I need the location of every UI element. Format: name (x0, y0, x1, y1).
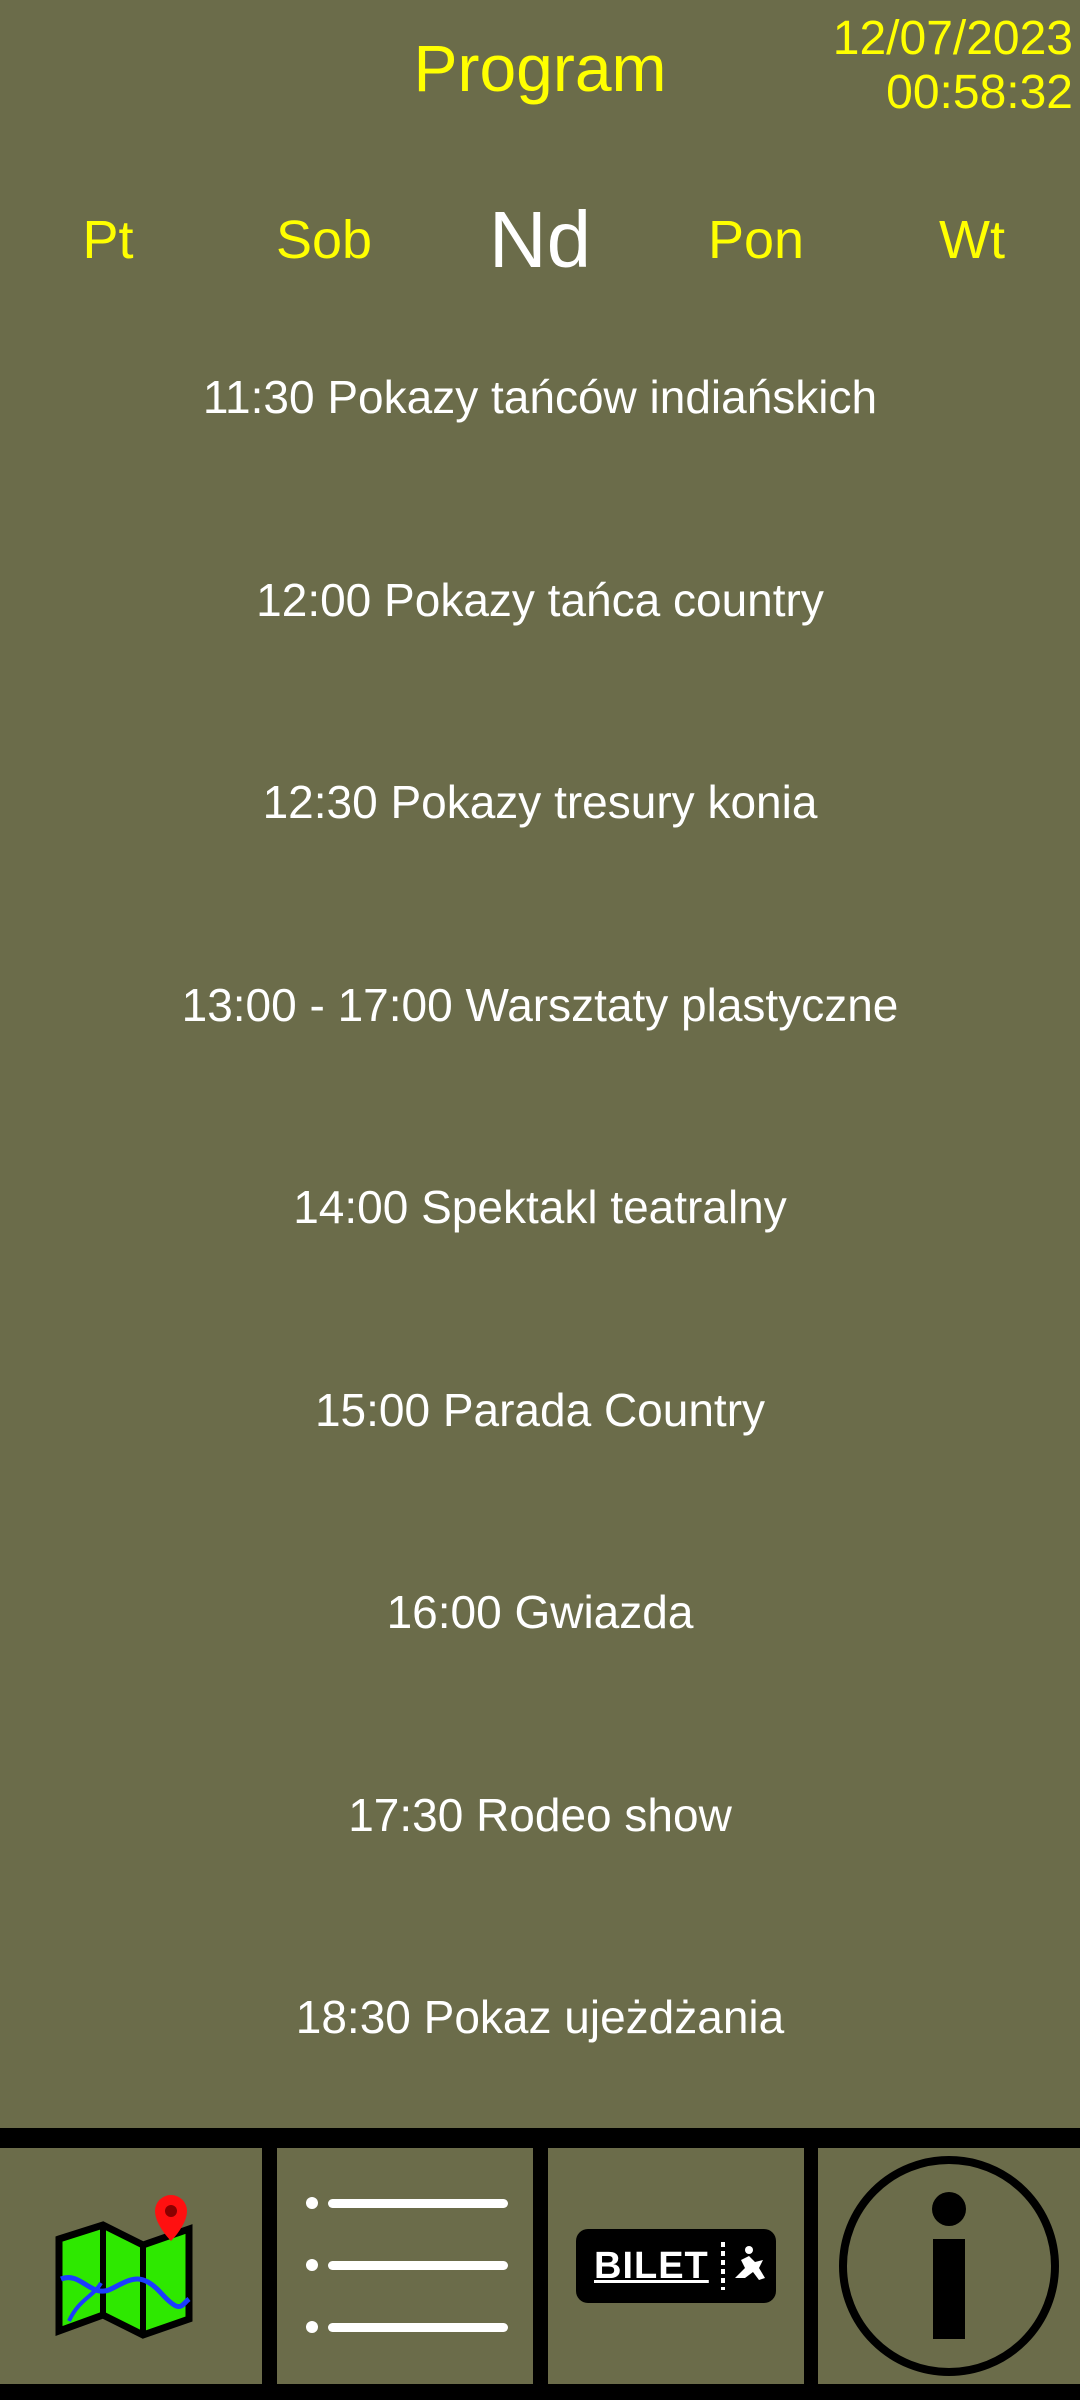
bottom-nav: BILET (0, 2128, 1080, 2400)
event-item[interactable]: 18:30 Pokaz ujeżdżania (0, 1920, 1080, 2123)
day-tab-pt[interactable]: Pt (0, 209, 216, 271)
info-button[interactable] (818, 2148, 1080, 2384)
event-item[interactable]: 16:00 Gwiazda (0, 1515, 1080, 1718)
event-item[interactable]: 12:00 Pokazy tańca country (0, 503, 1080, 706)
map-icon (55, 2195, 193, 2339)
day-tab-wt[interactable]: Wt (864, 209, 1080, 271)
map-button[interactable] (0, 2148, 262, 2384)
day-tab-pon[interactable]: Pon (648, 209, 864, 271)
current-date: 12/07/2023 (832, 12, 1073, 65)
header: Program 12/07/2023 00:58:32 (0, 0, 1080, 140)
info-icon (839, 2156, 1059, 2376)
ticket-label: BILET (594, 2244, 709, 2287)
ticket-icon: BILET (576, 2229, 776, 2303)
ticket-button[interactable]: BILET (548, 2148, 804, 2384)
list-icon (306, 2197, 508, 2333)
day-tab-nd[interactable]: Nd (432, 194, 648, 286)
event-item[interactable]: 13:00 - 17:00 Warsztaty plastyczne (0, 908, 1080, 1111)
list-button[interactable] (277, 2148, 533, 2384)
day-tab-sob[interactable]: Sob (216, 209, 432, 271)
event-item[interactable]: 12:30 Pokazy tresury konia (0, 705, 1080, 908)
rider-icon (720, 2242, 765, 2290)
datetime: 12/07/2023 00:58:32 (833, 12, 1073, 120)
event-item[interactable]: 17:30 Rodeo show (0, 1718, 1080, 1921)
day-tabs: Pt Sob Nd Pon Wt (0, 180, 1080, 300)
event-item[interactable]: 11:30 Pokazy tańców indiańskich (0, 300, 1080, 503)
event-item[interactable]: 15:00 Parada Country (0, 1313, 1080, 1516)
current-time: 00:58:32 (886, 66, 1073, 119)
event-item[interactable]: 14:00 Spektakl teatralny (0, 1110, 1080, 1313)
event-list: 11:30 Pokazy tańców indiańskich 12:00 Po… (0, 300, 1080, 2123)
